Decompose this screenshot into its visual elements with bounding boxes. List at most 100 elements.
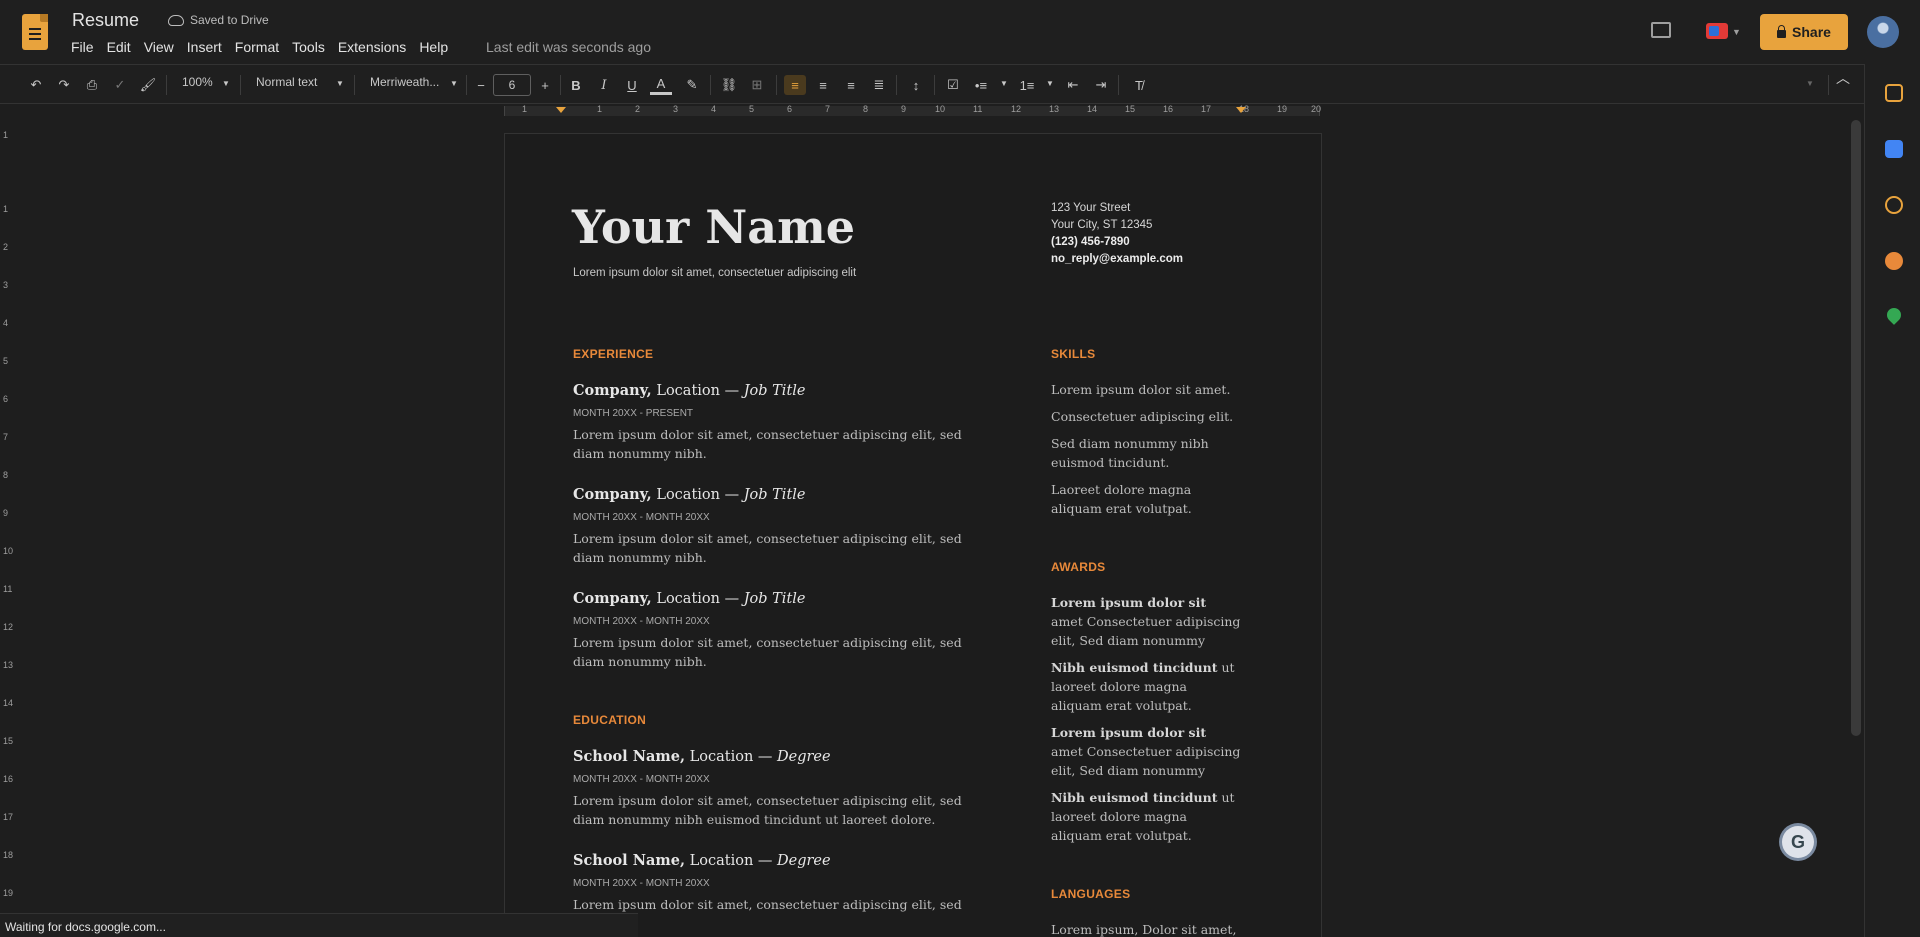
undo-icon[interactable]: ↶ [26, 75, 46, 95]
docs-logo-icon[interactable] [22, 14, 48, 50]
vertical-ruler[interactable]: 1 1 2 3 4 5 6 7 8 9 10 11 12 13 14 15 16… [0, 118, 14, 918]
bold-button[interactable]: B [566, 75, 586, 95]
share-button[interactable]: Share [1760, 14, 1848, 50]
link-icon[interactable]: ⛓ [718, 75, 740, 95]
style-select[interactable]: Normal text [256, 75, 317, 89]
maps-icon[interactable] [1884, 305, 1904, 325]
numbered-list-icon[interactable]: 1≡ [1016, 75, 1038, 95]
education-entry-title[interactable]: School Name, Location — Degree [573, 852, 831, 869]
experience-entry-title[interactable]: Company, Location — Job Title [573, 590, 806, 607]
zoom-select[interactable]: 100% [182, 75, 213, 89]
redo-icon[interactable]: ↷ [54, 75, 74, 95]
experience-entry-desc[interactable]: Lorem ipsum dolor sit amet, consectetuer… [573, 425, 993, 463]
education-entry-date[interactable]: MONTH 20XX - MONTH 20XX [573, 774, 710, 785]
saved-status[interactable]: Saved to Drive [168, 13, 269, 27]
chevron-down-icon[interactable]: ▼ [1000, 79, 1008, 88]
skill-item[interactable]: Lorem ipsum dolor sit amet. [1051, 380, 1241, 399]
increase-font-size-button[interactable]: + [536, 75, 554, 95]
languages-text[interactable]: Lorem ipsum, Dolor sit amet, [1051, 920, 1241, 937]
text-color-button[interactable]: A [650, 75, 672, 95]
font-select[interactable]: Merriweath... [370, 75, 439, 89]
experience-entry-title[interactable]: Company, Location — Job Title [573, 486, 806, 503]
award-item[interactable]: Nibh euismod tincidunt ut laoreet dolore… [1051, 658, 1241, 715]
skill-item[interactable]: Laoreet dolore magna aliquam erat volutp… [1051, 480, 1241, 518]
education-entry-date[interactable]: MONTH 20XX - MONTH 20XX [573, 878, 710, 889]
chevron-down-icon[interactable]: ▼ [1806, 79, 1814, 88]
award-item[interactable]: Lorem ipsum dolor sit amet Consectetuer … [1051, 593, 1241, 650]
right-indent-marker[interactable] [1236, 107, 1246, 113]
comment-history-icon[interactable] [1651, 22, 1671, 38]
checklist-icon[interactable]: ☑ [942, 75, 964, 95]
experience-entry-title[interactable]: Company, Location — Job Title [573, 382, 806, 399]
decrease-indent-icon[interactable]: ⇤ [1062, 75, 1084, 95]
experience-entry-date[interactable]: MONTH 20XX - PRESENT [573, 408, 693, 419]
resume-tagline[interactable]: Lorem ipsum dolor sit amet, consectetuer… [573, 267, 856, 279]
award-item[interactable]: Lorem ipsum dolor sit amet Consectetuer … [1051, 723, 1241, 780]
menu-file[interactable]: File [70, 39, 102, 55]
resume-name[interactable]: Your Name [572, 200, 855, 254]
menu-tools[interactable]: Tools [291, 39, 333, 55]
align-right-icon[interactable]: ≡ [840, 75, 862, 95]
menu-extensions[interactable]: Extensions [337, 39, 414, 55]
award-item[interactable]: Nibh euismod tincidunt ut laoreet dolore… [1051, 788, 1241, 845]
align-justify-icon[interactable]: ≣ [868, 75, 890, 95]
menu-help[interactable]: Help [418, 39, 456, 55]
ruler-number: 18 [3, 850, 14, 860]
education-entry-desc[interactable]: Lorem ipsum dolor sit amet, consectetuer… [573, 791, 993, 829]
experience-entry-date[interactable]: MONTH 20XX - MONTH 20XX [573, 616, 710, 627]
last-edit-link[interactable]: Last edit was seconds ago [486, 39, 651, 55]
experience-entry-desc[interactable]: Lorem ipsum dolor sit amet, consectetuer… [573, 529, 993, 567]
font-size-input[interactable]: 6 [493, 74, 531, 96]
experience-heading[interactable]: EXPERIENCE [573, 347, 653, 361]
chevron-down-icon[interactable]: ▼ [336, 79, 344, 88]
grammarly-icon[interactable]: G [1782, 826, 1814, 858]
languages-heading[interactable]: LANGUAGES [1051, 887, 1130, 901]
highlight-icon[interactable]: ✎ [682, 75, 702, 95]
align-center-icon[interactable]: ≡ [812, 75, 834, 95]
ruler-number: 8 [863, 104, 869, 114]
menu-insert[interactable]: Insert [186, 39, 230, 55]
doc-title[interactable]: Resume [72, 10, 139, 31]
menu-edit[interactable]: Edit [106, 39, 139, 55]
awards-heading[interactable]: AWARDS [1051, 560, 1105, 574]
left-indent-marker[interactable] [556, 107, 566, 113]
italic-button[interactable]: I [594, 75, 614, 95]
chevron-down-icon[interactable]: ▼ [450, 79, 458, 88]
education-entry-title[interactable]: School Name, Location — Degree [573, 748, 831, 765]
collapse-menus-icon[interactable]: ︿ [1836, 68, 1850, 88]
tasks-icon[interactable] [1885, 196, 1903, 214]
align-left-icon[interactable]: ≡ [784, 75, 806, 95]
skill-item[interactable]: Sed diam nonummy nibh euismod tincidunt. [1051, 434, 1241, 472]
increase-indent-icon[interactable]: ⇥ [1090, 75, 1112, 95]
skill-item[interactable]: Consectetuer adipiscing elit. [1051, 407, 1241, 426]
chevron-down-icon[interactable]: ▼ [1046, 79, 1054, 88]
calendar-icon[interactable] [1885, 84, 1903, 102]
skills-heading[interactable]: SKILLS [1051, 347, 1095, 361]
add-comment-icon[interactable]: ⊞ [746, 75, 768, 95]
menu-view[interactable]: View [143, 39, 182, 55]
chevron-down-icon[interactable]: ▼ [1732, 27, 1741, 37]
contacts-icon[interactable] [1885, 252, 1903, 270]
education-heading[interactable]: EDUCATION [573, 713, 646, 727]
clear-formatting-icon[interactable]: T̸ [1128, 75, 1150, 95]
bulleted-list-icon[interactable]: •≡ [970, 75, 992, 95]
paint-format-icon[interactable]: 🖌 [138, 75, 158, 95]
account-avatar[interactable] [1867, 16, 1899, 48]
line-spacing-icon[interactable]: ↕ [904, 75, 928, 95]
spellcheck-icon[interactable]: ✓ [110, 75, 130, 95]
keep-icon[interactable] [1885, 140, 1903, 158]
chevron-down-icon[interactable]: ▼ [222, 79, 230, 88]
underline-button[interactable]: U [622, 75, 642, 95]
horizontal-ruler[interactable]: 1 1 2 3 4 5 6 7 8 9 10 11 12 13 14 15 16… [0, 104, 1864, 118]
meet-icon[interactable] [1706, 23, 1728, 39]
experience-entry-date[interactable]: MONTH 20XX - MONTH 20XX [573, 512, 710, 523]
ruler-number: 16 [1163, 104, 1174, 114]
vertical-scrollbar[interactable] [1851, 120, 1861, 736]
decrease-font-size-button[interactable]: − [472, 75, 490, 95]
print-icon[interactable]: ⎙ [82, 75, 102, 95]
ruler-number: 8 [3, 470, 9, 480]
document-page[interactable]: Your Name Lorem ipsum dolor sit amet, co… [504, 133, 1322, 937]
menu-format[interactable]: Format [234, 39, 287, 55]
contact-block[interactable]: 123 Your Street Your City, ST 12345 (123… [1051, 200, 1183, 268]
experience-entry-desc[interactable]: Lorem ipsum dolor sit amet, consectetuer… [573, 633, 993, 671]
